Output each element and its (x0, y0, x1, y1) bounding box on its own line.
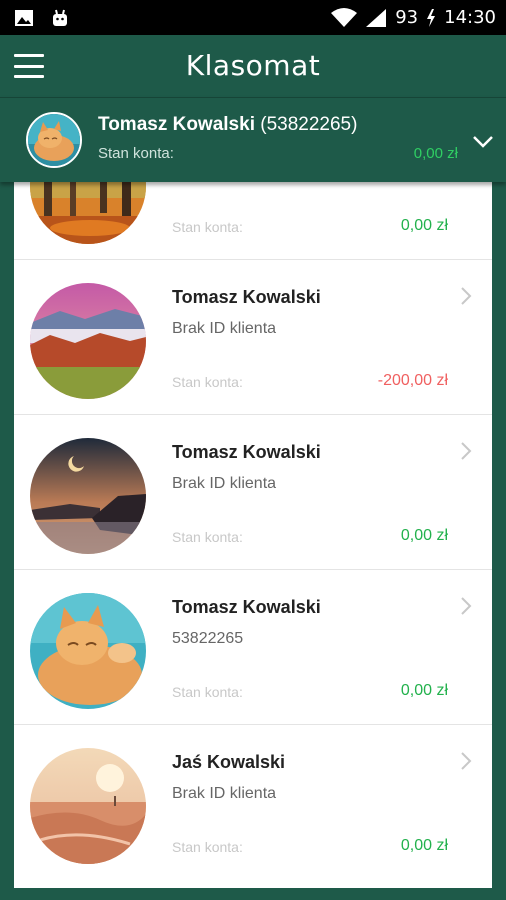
avatar-mountain-meadow (30, 283, 146, 399)
signal-icon (365, 8, 387, 28)
image-notification-icon (14, 8, 36, 28)
row-balance-label: Stan konta: (172, 839, 243, 855)
list-item[interactable]: Brak ID klienta Stan konta: 0,00 zł (14, 170, 492, 260)
chevron-right-icon (460, 286, 472, 306)
list-item[interactable]: Tomasz Kowalski Brak ID klienta Stan kon… (14, 415, 492, 570)
status-bar: 93 14:30 (0, 0, 506, 35)
account-name-line: Tomasz Kowalski (53822265) (98, 114, 357, 136)
row-balance: 0,00 zł (400, 527, 448, 544)
accounts-list: Brak ID klienta Stan konta: 0,00 zł Toma… (14, 170, 492, 888)
row-name: Jaś Kowalski (172, 752, 286, 772)
battery-level: 93 (395, 7, 419, 28)
account-avatar (26, 112, 82, 168)
battery-charging-icon (426, 8, 436, 28)
row-balance: 0,00 zł (400, 837, 448, 854)
app-bar: Klasomat (0, 35, 506, 97)
avatar-desert-dunes (30, 748, 146, 864)
wifi-icon (331, 7, 358, 28)
list-item[interactable]: Tomasz Kowalski Brak ID klienta Stan kon… (14, 260, 492, 415)
row-name: Tomasz Kowalski (172, 287, 321, 307)
account-name: Tomasz Kowalski (98, 114, 255, 135)
row-balance: 0,00 zł (400, 682, 448, 699)
account-switcher[interactable]: Tomasz Kowalski (53822265) Stan konta: 0… (0, 97, 506, 182)
row-client-id: Brak ID klienta (172, 475, 277, 492)
row-balance-label: Stan konta: (172, 219, 243, 235)
account-balance: 0,00 zł (413, 145, 458, 162)
row-client-id: 53822265 (172, 630, 244, 647)
list-item[interactable]: Jaś Kowalski Brak ID klienta Stan konta:… (14, 725, 492, 880)
avatar-sleeping-cat (30, 593, 146, 709)
row-balance-label: Stan konta: (172, 529, 243, 545)
chevron-right-icon (460, 596, 472, 616)
chevron-right-icon (460, 441, 472, 461)
list-item[interactable]: Tomasz Kowalski 53822265 Stan konta: 0,0… (14, 570, 492, 725)
row-name: Tomasz Kowalski (172, 597, 321, 617)
android-notification-icon (50, 8, 72, 28)
row-name: Tomasz Kowalski (172, 442, 321, 462)
row-client-id: Brak ID klienta (172, 320, 277, 337)
row-client-id: Brak ID klienta (172, 785, 277, 802)
app-title: Klasomat (185, 49, 321, 82)
account-id: (53822265) (260, 114, 358, 135)
chevron-right-icon (460, 751, 472, 771)
row-balance-label: Stan konta: (172, 684, 243, 700)
row-balance: -200,00 zł (377, 372, 448, 389)
row-balance: 0,00 zł (400, 217, 448, 234)
chevron-down-icon[interactable] (472, 135, 494, 149)
row-balance-label: Stan konta: (172, 374, 243, 390)
avatar-moon-coast (30, 438, 146, 554)
clock: 14:30 (444, 7, 496, 28)
account-balance-label: Stan konta: (98, 145, 174, 162)
